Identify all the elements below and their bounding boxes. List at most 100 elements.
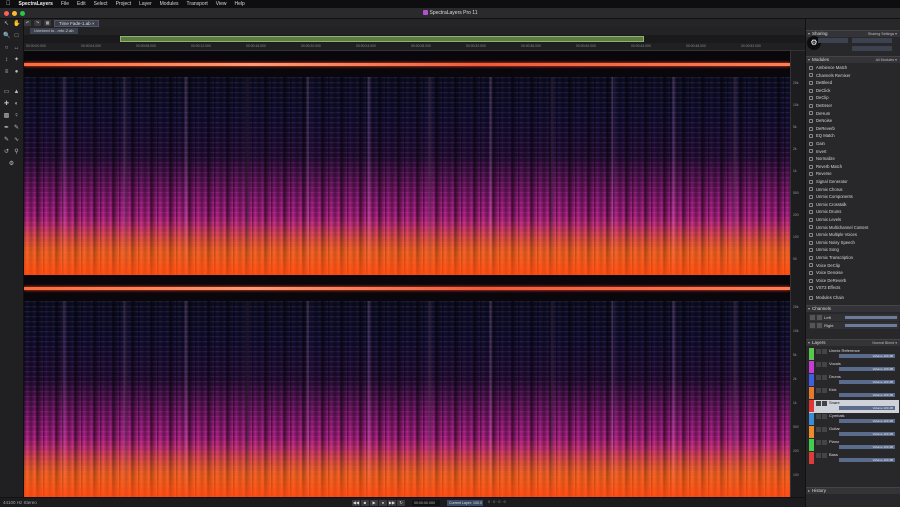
- layer-row[interactable]: Cymbals Volume 100 dB: [809, 413, 899, 426]
- spectrogram-right-channel[interactable]: [24, 301, 790, 497]
- collapse-caret-icon[interactable]: ▾: [808, 57, 810, 63]
- lasso-tool-icon[interactable]: ○: [3, 45, 10, 52]
- eyedropper-icon[interactable]: ✎: [3, 137, 10, 144]
- visibility-toggle-icon[interactable]: [810, 323, 815, 328]
- module-item[interactable]: Signal Generator: [809, 178, 897, 186]
- solo-icon[interactable]: [822, 362, 827, 367]
- layer-volume-slider[interactable]: Volume 100 dB: [839, 445, 895, 449]
- overview-selection[interactable]: [120, 36, 644, 42]
- tab-file[interactable]: Time Fade-1.ab ×: [54, 19, 100, 27]
- module-item[interactable]: EQ Match: [809, 132, 897, 140]
- channel-row[interactable]: Right: [809, 322, 899, 329]
- channel-level-bar[interactable]: [845, 316, 897, 319]
- module-item[interactable]: Unmix Song: [809, 246, 897, 254]
- module-item[interactable]: Unmix Levels: [809, 216, 897, 224]
- eye-icon[interactable]: [816, 427, 821, 432]
- play-button[interactable]: ▶: [370, 500, 378, 506]
- menu-transport[interactable]: Transport: [187, 1, 208, 7]
- solo-icon[interactable]: [822, 414, 827, 419]
- module-item[interactable]: Unmix Components: [809, 193, 897, 201]
- visibility-toggle-icon[interactable]: [810, 315, 815, 320]
- module-item[interactable]: Channels Remixer: [809, 72, 897, 80]
- solo-icon[interactable]: [822, 388, 827, 393]
- loupe-tool-icon[interactable]: ⚲: [13, 149, 20, 156]
- layer-row[interactable]: Unmix Reference Volume 100 dB: [809, 348, 899, 361]
- layer-row[interactable]: Vocals Volume 100 dB: [809, 361, 899, 374]
- menu-help[interactable]: Help: [235, 1, 245, 7]
- sharing-field[interactable]: [852, 38, 892, 43]
- pencil-tool-icon[interactable]: ✎: [13, 125, 20, 132]
- layer-volume-slider[interactable]: Volume 100 dB: [839, 367, 895, 371]
- zoom-tool-icon[interactable]: 🔍: [3, 33, 10, 40]
- solo-icon[interactable]: [822, 375, 827, 380]
- current-layer-readout[interactable]: Current Layer: 100.0 dB: [447, 500, 483, 506]
- overview-bar[interactable]: [24, 35, 805, 43]
- voice-tool-icon[interactable]: ☿: [13, 113, 20, 120]
- module-item[interactable]: Reverb Match: [809, 163, 897, 171]
- dodge-tool-icon[interactable]: ◐: [13, 101, 20, 108]
- eye-icon[interactable]: [816, 401, 821, 406]
- brush-tool-icon[interactable]: ●: [13, 69, 20, 76]
- module-item[interactable]: Unmix Multiple Voices: [809, 231, 897, 239]
- module-item[interactable]: Unmix Multichannel Content: [809, 224, 897, 232]
- layer-volume-slider[interactable]: Volume 100 dB: [839, 419, 895, 423]
- app-menu[interactable]: SpectraLayers: [19, 1, 53, 7]
- layer-row[interactable]: Bass Volume 100 dB: [809, 452, 899, 465]
- magic-wand-icon[interactable]: ✦: [13, 57, 20, 64]
- frequency-select-icon[interactable]: ↕: [3, 57, 10, 64]
- sharing-field[interactable]: [852, 46, 892, 51]
- rewind-button[interactable]: ◀◀: [352, 500, 360, 506]
- menu-layer[interactable]: Layer: [139, 1, 152, 7]
- waveform-right[interactable]: [24, 275, 790, 301]
- module-item[interactable]: Unmix Crosstalk: [809, 201, 897, 209]
- module-item[interactable]: DeBleed: [809, 79, 897, 87]
- module-item[interactable]: DeReverb: [809, 125, 897, 133]
- fill-tool-icon[interactable]: ▩: [3, 113, 10, 120]
- eye-icon[interactable]: [816, 362, 821, 367]
- redo-icon[interactable]: ↷: [34, 20, 41, 26]
- position-readout[interactable]: 00:00:00.000: [412, 500, 440, 506]
- pointer-tool-icon[interactable]: ↖: [3, 21, 10, 28]
- menu-modules[interactable]: Modules: [160, 1, 179, 7]
- collapse-caret-icon[interactable]: ▾: [808, 340, 810, 346]
- module-item[interactable]: DeNoise: [809, 117, 897, 125]
- module-item[interactable]: Gain: [809, 140, 897, 148]
- layer-row[interactable]: Piano Volume 100 dB: [809, 439, 899, 452]
- stamp-tool-icon[interactable]: ▲: [13, 89, 20, 96]
- stop-button[interactable]: ■: [361, 500, 369, 506]
- layer-row-selected[interactable]: Snare Volume 100 dB: [809, 400, 899, 413]
- module-item[interactable]: VST3 Effects: [809, 284, 897, 292]
- sharing-settings-dropdown[interactable]: Sharing Settings ▾: [868, 31, 897, 37]
- eye-icon[interactable]: [816, 440, 821, 445]
- time-ruler[interactable]: 00:00:00.000 00:00:04.000 00:00:08.000 0…: [24, 43, 805, 51]
- sharing-field[interactable]: [818, 38, 848, 43]
- wave-tool-icon[interactable]: ∿: [13, 137, 20, 144]
- solo-icon[interactable]: [822, 427, 827, 432]
- layer-volume-slider[interactable]: Volume 100 dB: [839, 354, 895, 358]
- channels-panel-header[interactable]: ▾ Channels: [806, 305, 900, 312]
- module-item[interactable]: DeEsser: [809, 102, 897, 110]
- fast-forward-button[interactable]: ▶▶: [388, 500, 396, 506]
- scrub-tool-icon[interactable]: ↺: [3, 149, 10, 156]
- layer-volume-slider[interactable]: Volume 100 dB: [839, 393, 895, 397]
- menu-view[interactable]: View: [216, 1, 227, 7]
- history-panel-header[interactable]: ▸ History: [806, 487, 900, 494]
- module-item[interactable]: Unmix Chorus: [809, 186, 897, 194]
- spectrogram-view[interactable]: [24, 51, 790, 497]
- module-item[interactable]: DeHum: [809, 110, 897, 118]
- marquee-tool-icon[interactable]: □: [13, 33, 20, 40]
- channel-level-bar[interactable]: [845, 324, 897, 327]
- layer-volume-slider[interactable]: Volume 100 dB: [839, 458, 895, 462]
- blend-mode-dropdown[interactable]: Normal Blend ▾: [872, 340, 897, 346]
- solo-icon[interactable]: [822, 401, 827, 406]
- solo-icon[interactable]: [822, 349, 827, 354]
- module-item[interactable]: Reverse: [809, 170, 897, 178]
- settings-tool-icon[interactable]: ⚙: [8, 161, 15, 168]
- menu-edit[interactable]: Edit: [77, 1, 86, 7]
- tab-project[interactable]: Unmixed to...mbr-2.ab: [30, 28, 78, 34]
- module-item[interactable]: Modules Chain: [809, 294, 897, 302]
- time-select-icon[interactable]: ↔: [13, 45, 20, 52]
- eraser-tool-icon[interactable]: ▭: [3, 89, 10, 96]
- sharing-panel-header[interactable]: ▾ Sharing Sharing Settings ▾: [806, 30, 900, 37]
- module-item[interactable]: DeClip: [809, 94, 897, 102]
